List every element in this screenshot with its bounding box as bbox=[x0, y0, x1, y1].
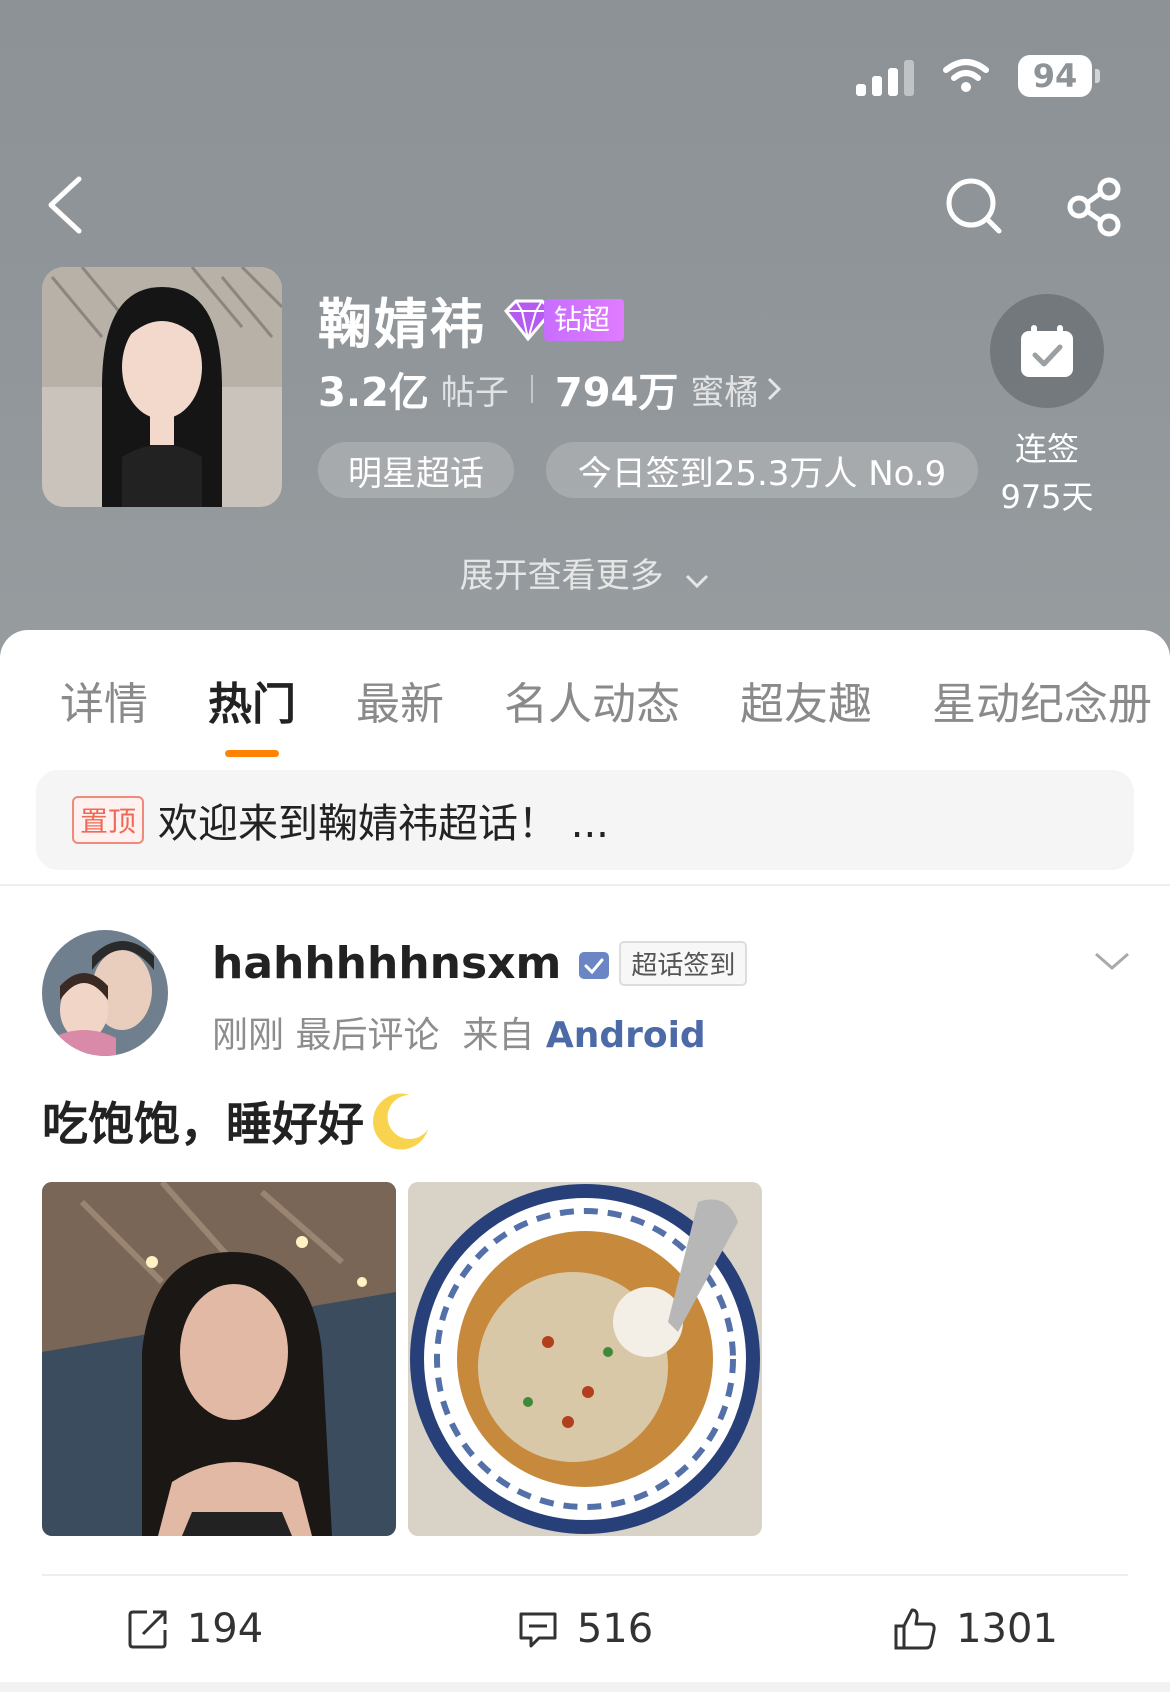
fans-label[interactable]: 蜜橘 bbox=[690, 365, 758, 414]
post-time: 刚刚 bbox=[212, 1015, 285, 1056]
status-bar: 94 bbox=[856, 55, 1100, 97]
post-image-2[interactable] bbox=[408, 1182, 762, 1536]
post-source-link[interactable]: Android bbox=[546, 1015, 706, 1056]
tab-celebrity-updates[interactable]: 名人动态 bbox=[504, 668, 680, 732]
share-button[interactable] bbox=[1060, 172, 1130, 242]
wifi-icon bbox=[943, 59, 989, 92]
post-actions: 194 516 1301 bbox=[0, 1606, 1170, 1652]
post-text: 吃饱饱，睡好好 bbox=[42, 1097, 364, 1151]
tab-fan-fun[interactable]: 超友趣 bbox=[740, 668, 872, 732]
calendar-check-icon bbox=[1021, 325, 1073, 377]
share-icon bbox=[1067, 177, 1121, 237]
chevron-down-icon bbox=[686, 574, 709, 588]
comment-icon bbox=[519, 1612, 557, 1648]
post-body: 吃饱饱，睡好好 bbox=[42, 1088, 434, 1154]
repost-button[interactable]: 194 bbox=[0, 1606, 390, 1652]
post-from-label: 来自 bbox=[462, 1015, 535, 1056]
like-count: 1301 bbox=[956, 1606, 1058, 1652]
back-button[interactable] bbox=[30, 170, 100, 240]
category-pill[interactable]: 明星超话 bbox=[318, 442, 514, 498]
battery-level: 94 bbox=[1018, 55, 1092, 97]
post-username[interactable]: hahhhhhnsxm bbox=[212, 938, 561, 989]
posts-count: 3.2亿 bbox=[318, 370, 429, 416]
comment-count: 516 bbox=[576, 1606, 654, 1652]
checkin-days: 975天 bbox=[1000, 478, 1094, 516]
like-button[interactable]: 1301 bbox=[780, 1606, 1170, 1652]
tab-bar: 详情 热门 最新 名人动态 超友趣 星动纪念册 bbox=[60, 668, 1170, 757]
chevron-right-icon[interactable] bbox=[766, 376, 782, 402]
topic-avatar[interactable] bbox=[42, 267, 282, 507]
search-icon bbox=[946, 178, 1002, 234]
post-meta: 刚刚 最后评论 来自 Android bbox=[212, 1006, 706, 1058]
repost-count: 194 bbox=[186, 1606, 264, 1652]
pinned-post[interactable]: 置顶 欢迎来到鞠婧祎超话！ ... bbox=[36, 770, 1134, 870]
calendar-check-icon bbox=[579, 951, 610, 979]
action-divider bbox=[42, 1574, 1128, 1576]
tab-details[interactable]: 详情 bbox=[60, 668, 148, 732]
chevron-left-icon bbox=[48, 176, 82, 234]
post-menu-button[interactable] bbox=[1090, 940, 1134, 984]
tab-hot[interactable]: 热门 bbox=[208, 668, 296, 757]
topic-header: 94 鞠婧祎 钻超 3.2亿 帖子 794万 蜜橘 明星超话 今日签到25.3万… bbox=[0, 0, 1170, 660]
tab-star-album[interactable]: 星动纪念册 bbox=[932, 668, 1152, 732]
thumbs-up-icon bbox=[894, 1608, 936, 1650]
pinned-tag: 置顶 bbox=[72, 796, 145, 844]
badge-label: 钻超 bbox=[544, 298, 625, 341]
checkin-rank-pill[interactable]: 今日签到25.3万人 No.9 bbox=[546, 442, 978, 498]
post-meta-label: 最后评论 bbox=[295, 1015, 440, 1056]
topic-stats: 3.2亿 帖子 794万 蜜橘 bbox=[318, 360, 782, 418]
cellular-signal-icon bbox=[856, 56, 914, 96]
post-image-1[interactable] bbox=[42, 1182, 396, 1536]
tab-latest[interactable]: 最新 bbox=[356, 668, 444, 732]
section-divider bbox=[0, 884, 1170, 886]
pinned-text: 欢迎来到鞠婧祎超话！ ... bbox=[158, 801, 609, 847]
post-author-avatar[interactable] bbox=[42, 930, 168, 1056]
expand-more-button[interactable]: 展开查看更多 bbox=[0, 548, 1170, 598]
topic-title-row: 鞠婧祎 钻超 bbox=[318, 280, 625, 359]
checkin-label: 连签 bbox=[1014, 430, 1079, 468]
search-button[interactable] bbox=[940, 172, 1010, 242]
tab-hot-label: 热门 bbox=[208, 679, 296, 730]
moon-icon bbox=[373, 1093, 428, 1150]
chevron-down-icon bbox=[1095, 952, 1129, 970]
post-author-row: hahhhhhnsxm 超话签到 bbox=[212, 938, 748, 989]
checkin-button[interactable]: 连签 975天 bbox=[990, 294, 1104, 518]
active-tab-indicator bbox=[225, 750, 279, 757]
posts-label: 帖子 bbox=[440, 372, 509, 413]
repost-icon bbox=[128, 1610, 167, 1649]
content-panel: 详情 热门 最新 名人动态 超友趣 星动纪念册 置顶 欢迎来到鞠婧祎超话！ ..… bbox=[0, 630, 1170, 1692]
battery-icon: 94 bbox=[1018, 55, 1100, 97]
checkin-tag: 超话签到 bbox=[619, 941, 748, 986]
comment-button[interactable]: 516 bbox=[390, 1606, 780, 1652]
fans-count[interactable]: 794万 bbox=[555, 360, 679, 418]
diamond-badge[interactable]: 钻超 bbox=[500, 297, 625, 343]
topic-name: 鞠婧祎 bbox=[318, 293, 486, 356]
bottom-separator bbox=[0, 1682, 1170, 1692]
expand-label: 展开查看更多 bbox=[459, 556, 664, 596]
stats-divider bbox=[530, 375, 533, 403]
